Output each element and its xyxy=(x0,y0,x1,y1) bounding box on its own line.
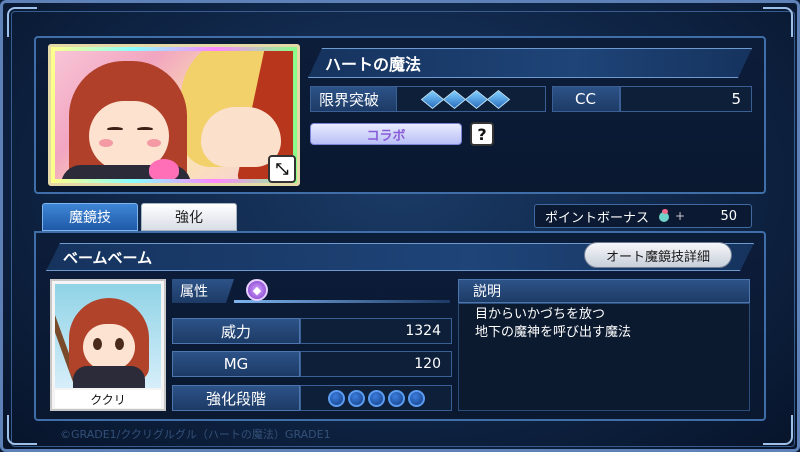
power-value: 1324 xyxy=(300,318,452,344)
auto-skill-detail-button[interactable]: オート魔鏡技詳細 xyxy=(584,242,732,268)
description-line: 地下の魔神を呼び出す魔法 xyxy=(475,325,632,340)
frame-corner-ornament xyxy=(763,7,793,37)
limit-break-diamond-icon xyxy=(420,89,445,109)
mg-value: 120 xyxy=(300,351,452,377)
point-bonus-label: ポイントボーナス xyxy=(545,210,650,226)
purple-magic-icon: ◆ xyxy=(246,279,268,301)
character-eye xyxy=(115,338,124,350)
point-bonus: ポイントボーナス + 50 xyxy=(534,204,752,228)
limit-break-diamond-icon xyxy=(486,89,511,109)
tab-skill[interactable]: 魔鏡技 xyxy=(42,203,138,231)
frame-corner-ornament xyxy=(7,415,37,445)
enhance-stage-dot-icon xyxy=(327,389,345,407)
help-icon[interactable]: ? xyxy=(470,122,494,146)
copyright-text: ©GRADE1/ククリグルグル（ハートの魔法）GRADE1 xyxy=(60,428,331,441)
frame-corner-ornament xyxy=(7,7,37,37)
attribute-label: 属性 xyxy=(172,279,234,303)
character-card[interactable]: ククリ xyxy=(50,279,166,411)
enhance-stage-dot-icon xyxy=(347,389,365,407)
description-body: 目からいかづちを放つ 地下の魔神を呼び出す魔法 xyxy=(458,303,750,411)
rainbow-frame xyxy=(51,47,297,183)
enhance-stage-dots xyxy=(300,385,452,411)
limit-break-label: 限界突破 xyxy=(310,86,398,112)
card-portrait[interactable] xyxy=(48,44,300,186)
cc-label: CC xyxy=(552,86,620,112)
enhance-stage-dot-icon xyxy=(387,389,405,407)
limit-break-diamond-icon xyxy=(442,89,467,109)
character-art xyxy=(55,284,161,388)
enhance-stage-dot-icon xyxy=(407,389,425,407)
tab-enhance[interactable]: 強化 xyxy=(141,203,237,231)
description-header: 説明 xyxy=(458,279,750,303)
description-line: 目からいかづちを放つ xyxy=(475,307,606,322)
character-cloak xyxy=(73,366,145,388)
enhance-stage-label: 強化段階 xyxy=(172,385,300,411)
character-face xyxy=(83,324,135,370)
expand-icon[interactable]: ⤡ xyxy=(268,155,296,183)
bonus-character-icon xyxy=(657,209,673,223)
limit-break-gems xyxy=(396,86,546,112)
cc-value: 5 xyxy=(620,86,752,112)
card-title: ハートの魔法 xyxy=(308,48,752,78)
frame-corner-ornament xyxy=(763,415,793,445)
point-bonus-value: 50 xyxy=(720,208,737,224)
mg-label: MG xyxy=(172,351,300,377)
power-label: 威力 xyxy=(172,318,300,344)
limit-break-diamond-icon xyxy=(464,89,489,109)
attribute-underline xyxy=(234,300,450,303)
point-bonus-plus: + xyxy=(675,209,686,223)
character-eye xyxy=(93,338,102,350)
enhance-stage-dot-icon xyxy=(367,389,385,407)
character-name: ククリ xyxy=(55,390,161,408)
collab-badge: コラボ xyxy=(310,123,462,145)
